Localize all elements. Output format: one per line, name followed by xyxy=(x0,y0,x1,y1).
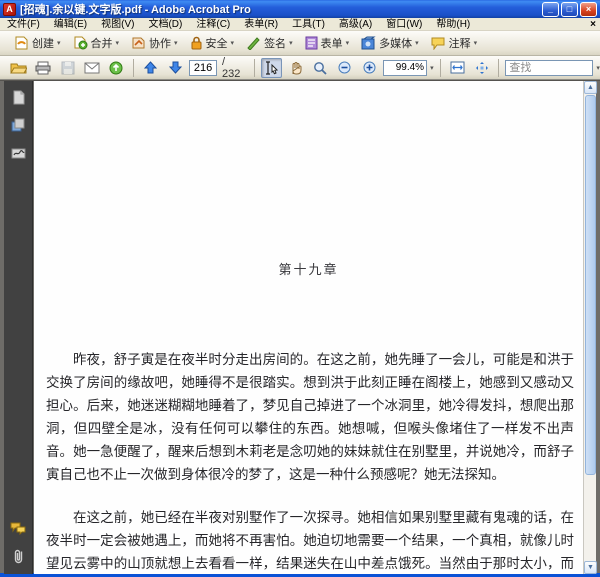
fit-page-button[interactable] xyxy=(471,58,492,78)
zoom-out-button[interactable] xyxy=(334,58,355,78)
toolbar-separator xyxy=(498,58,500,77)
menu-window[interactable]: 窗口(W) xyxy=(379,18,429,31)
secure-button[interactable]: 安全 ▾ xyxy=(186,33,239,53)
toolbar-separator xyxy=(133,58,135,77)
fit-width-button[interactable] xyxy=(447,58,468,78)
pen-icon xyxy=(246,36,261,50)
zoom-in-button[interactable] xyxy=(359,58,380,78)
title-bar: A [招魂].余以键.文字版.pdf - Adobe Acrobat Pro _… xyxy=(0,0,600,18)
minimize-button[interactable]: _ xyxy=(542,1,559,17)
menu-edit[interactable]: 编辑(E) xyxy=(47,18,94,31)
menu-view[interactable]: 视图(V) xyxy=(94,18,141,31)
close-button[interactable]: × xyxy=(580,1,597,17)
window-title: [招魂].余以键.文字版.pdf - Adobe Acrobat Pro xyxy=(20,4,251,16)
pdf-page[interactable]: 第十九章 昨夜，舒子寅是在夜半时分走出房间的。在这之前，她先睡了一会儿，可能是和… xyxy=(34,81,583,574)
chevron-down-icon: ▾ xyxy=(345,40,350,47)
scrollbar-thumb[interactable] xyxy=(585,95,596,475)
previous-page-button[interactable] xyxy=(140,58,161,78)
tasks-toolbar: 创建 ▾ 合并 ▾ 协作 ▾ 安全 ▾ 签名 ▾ 表单 ▾ 多媒体 ▾ 注释 ▾ xyxy=(0,31,600,56)
toolbar-separator xyxy=(439,58,441,77)
sign-button[interactable]: 签名 ▾ xyxy=(242,33,297,53)
menu-comments[interactable]: 注释(C) xyxy=(189,18,237,31)
comment-button[interactable]: 注释 ▾ xyxy=(427,33,482,53)
layers-panel-icon[interactable] xyxy=(9,115,27,135)
scroll-up-icon[interactable]: ▲ xyxy=(584,81,597,94)
select-tool-button[interactable] xyxy=(260,57,283,78)
create-icon xyxy=(14,36,29,50)
find-input[interactable] xyxy=(505,59,594,76)
chevron-down-icon: ▾ xyxy=(415,40,419,47)
toolbar-separator xyxy=(253,58,255,77)
menu-help[interactable]: 帮助(H) xyxy=(429,18,477,31)
menu-advanced[interactable]: 高级(A) xyxy=(332,18,379,31)
chevron-down-icon: ▾ xyxy=(230,40,235,47)
acrobat-app-icon: A xyxy=(3,2,16,16)
collaborate-button[interactable]: 协作 ▾ xyxy=(127,33,182,53)
combine-icon xyxy=(73,36,88,50)
menu-file[interactable]: 文件(F) xyxy=(0,18,47,31)
collaborate-icon xyxy=(131,36,146,50)
chevron-down-icon: ▾ xyxy=(57,40,61,47)
scroll-down-icon[interactable]: ▼ xyxy=(584,561,597,574)
acrobat-window: A [招魂].余以键.文字版.pdf - Adobe Acrobat Pro _… xyxy=(0,0,600,577)
attachments-panel-icon[interactable] xyxy=(9,546,27,566)
create-button[interactable]: 创建 ▾ xyxy=(10,33,65,53)
document-area: 第十九章 昨夜，舒子寅是在夜半时分走出房间的。在这之前，她先睡了一会儿，可能是和… xyxy=(0,80,600,574)
upload-document-button[interactable] xyxy=(106,58,127,78)
multimedia-button[interactable]: 多媒体 ▾ xyxy=(357,33,423,53)
page-total-label: / 232 xyxy=(222,55,241,80)
chapter-heading: 第十九章 xyxy=(278,263,339,278)
chevron-down-icon: ▾ xyxy=(473,40,478,47)
combine-button[interactable]: 合并 ▾ xyxy=(69,33,124,53)
zoom-dropdown-icon[interactable]: ▾ xyxy=(430,64,434,72)
navigation-toolbar: / 232 ▾ ▾ xyxy=(0,56,600,80)
menu-tools[interactable]: 工具(T) xyxy=(285,18,332,31)
page-number-input[interactable] xyxy=(189,59,218,76)
maximize-button[interactable]: □ xyxy=(561,1,578,17)
forms-button[interactable]: 表单 ▾ xyxy=(301,33,354,53)
open-button[interactable] xyxy=(8,58,29,78)
paragraph: 在这之前，她已经在半夜对别墅作了一次探寻。她相信如果别墅里藏有鬼魂的话，在夜半时… xyxy=(46,510,574,572)
signatures-panel-icon[interactable] xyxy=(9,143,27,163)
form-icon xyxy=(305,36,318,50)
paragraph: 昨夜，舒子寅是在夜半时分走出房间的。在这之前，她先睡了一会儿，可能是和洪于交换了… xyxy=(46,352,574,483)
next-page-button[interactable] xyxy=(165,58,186,78)
vertical-scrollbar[interactable]: ▲ ▼ xyxy=(583,81,597,574)
chevron-down-icon: ▾ xyxy=(115,40,120,47)
menu-forms[interactable]: 表单(R) xyxy=(237,18,285,31)
zoom-level-input[interactable] xyxy=(383,59,428,76)
multimedia-icon xyxy=(361,36,376,50)
hand-tool-button[interactable] xyxy=(285,58,306,78)
print-button[interactable] xyxy=(32,58,53,78)
comments-panel-icon[interactable] xyxy=(9,518,27,538)
navigation-pane xyxy=(4,81,33,574)
lock-icon xyxy=(190,36,203,50)
document-close-icon[interactable]: × xyxy=(590,19,596,30)
pages-panel-icon[interactable] xyxy=(9,87,27,107)
speech-bubble-icon xyxy=(431,37,446,50)
menu-bar: 文件(F) 编辑(E) 视图(V) 文档(D) 注释(C) 表单(R) 工具(T… xyxy=(0,18,600,31)
find-dropdown-icon[interactable]: ▾ xyxy=(596,64,600,72)
marquee-zoom-button[interactable] xyxy=(310,58,331,78)
chevron-down-icon: ▾ xyxy=(174,40,178,47)
save-button[interactable] xyxy=(57,58,78,78)
menu-document[interactable]: 文档(D) xyxy=(141,18,189,31)
chevron-down-icon: ▾ xyxy=(289,40,293,47)
email-button[interactable] xyxy=(81,58,102,78)
